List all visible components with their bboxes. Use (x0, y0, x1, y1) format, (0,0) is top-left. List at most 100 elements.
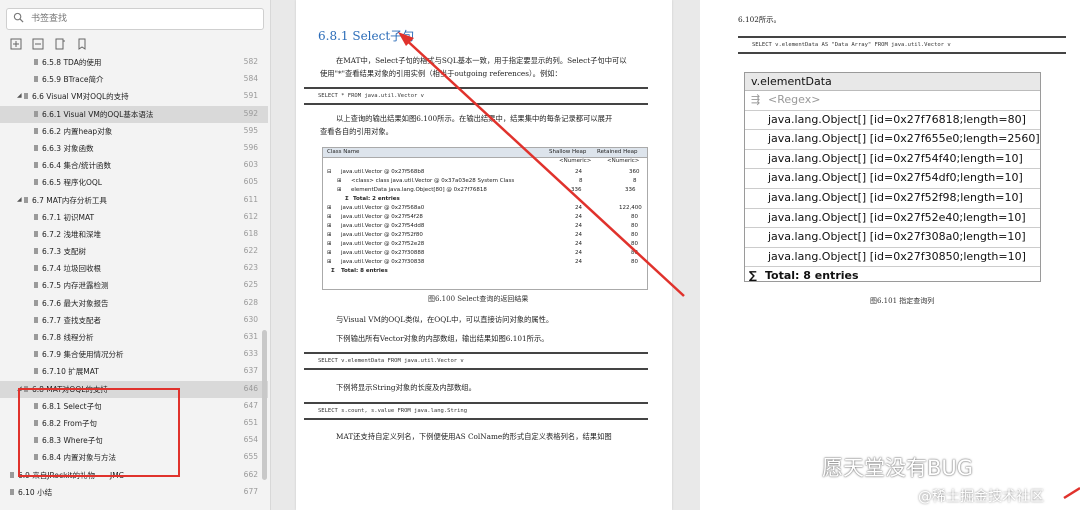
table-row[interactable]: java.lang.Object[] [id=0x27f76818;length… (745, 111, 1040, 131)
toc-item[interactable]: 6.7.3 支配树 622 (0, 243, 268, 260)
sigma-icon: Σ (345, 196, 349, 202)
collapse-all-icon[interactable] (32, 35, 44, 50)
bookmark-icon (34, 282, 38, 289)
search-input[interactable] (29, 10, 258, 28)
table-row[interactable]: ⊟ java.util.Vector @ 0x27f568b8 24 360 (323, 168, 647, 177)
bookmark-icon (34, 213, 38, 220)
figure-caption: 图6.101 指定查询列 (870, 297, 935, 305)
table-row[interactable]: ⊞ java.util.Vector @ 0x27f52f80 24 80 (323, 231, 647, 240)
paragraph: 下例输出所有Vector对象的内部数组，输出结果如图6.101所示。 (336, 334, 549, 343)
bookmark-icon (34, 265, 38, 272)
section-heading: 6.8.1 Select子句 (318, 29, 415, 43)
document-page-left: 6.8.1 Select子句 在MAT中，Select子句的格式与SQL基本一致… (296, 0, 672, 510)
table-row[interactable]: java.lang.Object[] [id=0x27f655e0;length… (745, 130, 1040, 150)
regex-filter-row[interactable]: ⇶ <Regex> (745, 91, 1040, 111)
paragraph: 使用"*"查看结果对象的引用实例（相当于outgoing references）… (320, 69, 562, 78)
toc-item[interactable]: 6.6.1 Visual VM的OQL基本语法 592 (0, 105, 268, 123)
toc-item[interactable]: 6.6.5 程序化OQL 605 (0, 174, 268, 191)
search-icon (13, 12, 24, 23)
expand-icon[interactable]: ⊟ (327, 169, 332, 175)
bookmark-icon (34, 127, 38, 134)
bookmark-icon (24, 93, 28, 100)
paragraph: 以上查询的输出结果如图6.100所示。在输出结果中，结果集中的每条记录都可以展开 (336, 114, 613, 123)
bookmark-icon (34, 351, 38, 358)
expand-icon[interactable]: ⊞ (327, 205, 332, 211)
table-row[interactable]: java.lang.Object[] [id=0x27f30850;length… (745, 248, 1040, 268)
table-row[interactable]: ⊞ java.util.Vector @ 0x27f30838 24 80 (323, 258, 647, 267)
table-row[interactable]: ⊞ <class> class java.util.Vector @ 0x37a0… (323, 177, 647, 186)
toc-item[interactable]: 6.5.8 TDA的使用 582 (0, 54, 268, 71)
bookmark-icon (34, 179, 38, 186)
bookmark-icon (34, 316, 38, 323)
table-row[interactable]: java.lang.Object[] [id=0x27f54f40;length… (745, 150, 1040, 170)
bookmark-icon (34, 368, 38, 375)
expand-icon[interactable]: ⊞ (327, 241, 332, 247)
toc-item[interactable]: 6.7.2 浅堆和深堆 618 (0, 226, 268, 243)
bookmark-icon (34, 144, 38, 151)
collapse-caret-icon[interactable]: ◢ (17, 92, 22, 99)
table-header: Class Name Shallow Heap Retained Heap (323, 148, 647, 158)
table-row[interactable]: ⊞ elementData java.lang.Object[80] @ 0x27… (323, 186, 647, 195)
bookmark-icon (34, 230, 38, 237)
toc-item[interactable]: 6.10 小结 677 (0, 484, 268, 501)
collapse-caret-icon[interactable]: ◢ (17, 196, 22, 203)
toc-item[interactable]: 6.6.2 内置heap对象 595 (0, 123, 268, 140)
toc-item[interactable]: 6.7.10 扩展MAT 637 (0, 363, 268, 380)
toc-item[interactable]: 6.7.7 查找支配者 630 (0, 312, 268, 329)
table-row[interactable]: ⊞ java.util.Vector @ 0x27f30888 24 80 (323, 249, 647, 258)
bookmark-search-box[interactable] (6, 8, 264, 30)
paragraph: 查看各自的引用对象。 (320, 127, 393, 136)
toc-item[interactable]: ◢ 6.7 MAT内存分析工具 611 (0, 192, 268, 209)
expand-all-icon[interactable] (10, 35, 22, 50)
paragraph: 6.102所示。 (738, 15, 781, 24)
toc-item[interactable]: 6.7.4 垃圾回收根 623 (0, 260, 268, 277)
bookmark-icon (34, 76, 38, 83)
toc-item[interactable]: 6.7.6 最大对象报告 628 (0, 295, 268, 312)
table-row: Σ Total: 8 entries (331, 268, 388, 274)
toc-item[interactable]: ◢ 6.6 Visual VM对OQL的支持 591 (0, 88, 268, 105)
bookmark-icon (34, 248, 38, 255)
table-row[interactable]: ⊞ java.util.Vector @ 0x27f54f28 24 80 (323, 213, 647, 222)
expand-icon[interactable]: ⊞ (327, 250, 332, 256)
table-row[interactable]: java.lang.Object[] [id=0x27f308a0;length… (745, 228, 1040, 248)
toc-item[interactable]: 6.7.8 线程分析 631 (0, 329, 268, 346)
expand-icon[interactable]: ⊞ (327, 232, 332, 238)
watermark-text: 愿天堂没有BUG (822, 456, 974, 480)
table-row[interactable]: ⊞ java.util.Vector @ 0x27f54dd8 24 80 (323, 222, 647, 231)
expand-icon[interactable]: ⊞ (327, 214, 332, 220)
bookmark-icon (24, 196, 28, 203)
table-row[interactable]: java.lang.Object[] [id=0x27f52f98;length… (745, 189, 1040, 209)
table-row[interactable]: ⊞ java.util.Vector @ 0x27f52e28 24 80 (323, 240, 647, 249)
expand-icon[interactable]: ⊞ (327, 223, 332, 229)
bookmark-icon[interactable] (76, 35, 88, 50)
table-row[interactable]: java.lang.Object[] [id=0x27f52e40;length… (745, 209, 1040, 229)
toc-item[interactable]: 6.5.9 BTrace简介 584 (0, 71, 268, 88)
toc-item[interactable]: 6.6.4 集合/统计函数 603 (0, 157, 268, 174)
table-total-row: ∑ Total: 8 entries (745, 267, 1040, 286)
code-block: SELECT * FROM java.util.Vector v (304, 87, 648, 105)
paragraph: 在MAT中，Select子句的格式与SQL基本一致，用于指定要显示的列。Sele… (336, 56, 627, 65)
sigma-icon: ∑ (749, 269, 757, 283)
bookmark-icon (34, 162, 38, 169)
code-block: SELECT v.elementData FROM java.util.Vect… (304, 352, 648, 370)
add-bookmark-icon[interactable] (54, 35, 66, 50)
toc-item[interactable]: 6.6.3 对象函数 596 (0, 140, 268, 157)
bookmark-sidebar: 6.5.8 TDA的使用582 6.5.9 BTrace简介584 ◢6.6 V… (0, 0, 271, 510)
wechat-icon (792, 453, 817, 473)
toc-item[interactable]: 6.7.9 集合使用情况分析 633 (0, 346, 268, 363)
table-row[interactable]: java.lang.Object[] [id=0x27f54df0;length… (745, 169, 1040, 189)
table-row[interactable]: ⊞ java.util.Vector @ 0x27f568a0 24 122,400 (323, 204, 647, 213)
figure-caption: 图6.100 Select查询的返回结果 (428, 295, 529, 303)
toc-item[interactable]: 6.7.5 内存泄露检测 625 (0, 277, 268, 294)
sidebar-scrollbar[interactable] (262, 330, 267, 480)
sigma-icon: Σ (331, 268, 335, 274)
column-header: v.elementData (745, 73, 1040, 91)
toc-item[interactable]: 6.7.1 初识MAT 612 (0, 209, 268, 226)
paragraph: MAT还支持自定义列名，下例便使用AS ColName的形式自定义表格列名，结果… (336, 432, 612, 441)
expand-icon[interactable]: ⊞ (337, 187, 342, 193)
watermark-text: @稀土掘金技术社区 (918, 489, 1044, 505)
expand-icon[interactable]: ⊞ (327, 259, 332, 265)
expand-icon[interactable]: ⊞ (337, 178, 342, 184)
bookmark-icon (34, 59, 38, 65)
query-result-table: v.elementData ⇶ <Regex> java.lang.Object[… (744, 72, 1041, 282)
